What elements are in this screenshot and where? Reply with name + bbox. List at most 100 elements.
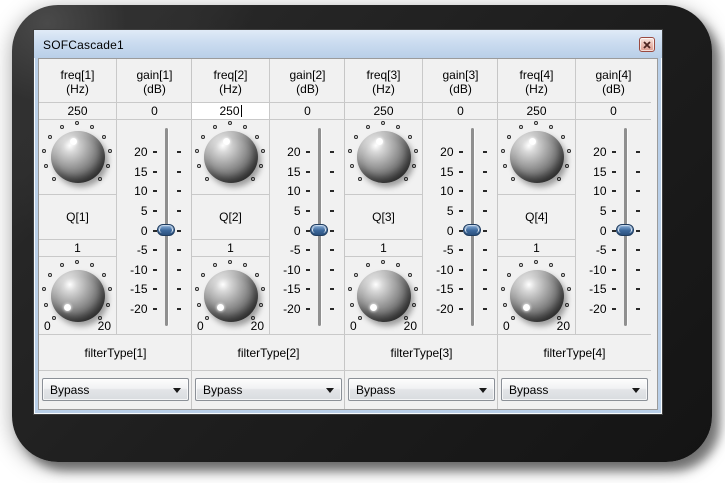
slider-scale: 20 15 10 5 0 -5 -10 -15 -20 bbox=[579, 145, 649, 316]
slider-thumb[interactable] bbox=[156, 224, 175, 236]
q-scale-max: 20 bbox=[250, 319, 264, 333]
close-button[interactable] bbox=[639, 37, 655, 52]
q-label-cell: Q[3] bbox=[345, 195, 423, 240]
knob-tick bbox=[366, 263, 371, 268]
gain-slider[interactable]: 20 15 10 5 0 -5 -10 -15 -20 bbox=[120, 124, 190, 330]
titlebar[interactable]: SOFCascade1 bbox=[34, 30, 662, 58]
channel-group: freq[4] (Hz) gain[4] (dB) 250 0 20 15 10 5 0… bbox=[498, 59, 651, 409]
filter-type-combo[interactable]: Bypass bbox=[348, 378, 495, 401]
slider-tick-mark bbox=[152, 268, 157, 271]
knob-tick bbox=[260, 148, 265, 153]
slider-tick-label: 20 bbox=[440, 145, 454, 159]
window-title: SOFCascade1 bbox=[43, 37, 124, 52]
slider-tick-mark bbox=[635, 170, 640, 173]
slider-thumb[interactable] bbox=[309, 224, 328, 236]
gain-value-field[interactable]: 0 bbox=[270, 103, 345, 120]
knob-tick bbox=[201, 134, 206, 139]
knob-tick bbox=[534, 259, 538, 264]
slider-scale: 20 15 10 5 0 -5 -10 -15 -20 bbox=[273, 145, 343, 316]
freq-value-field[interactable]: 250 bbox=[39, 103, 117, 120]
freq-value-field[interactable]: 250 bbox=[498, 103, 576, 120]
gain-slider-cell: 20 15 10 5 0 -5 -10 -15 -20 bbox=[423, 120, 498, 335]
channel-groups: freq[1] (Hz) gain[1] (dB) 250 0 20 15 10 5 0… bbox=[39, 59, 657, 409]
plugin-window: SOFCascade1 freq[1] (Hz) gain[1] (dB) 25… bbox=[33, 29, 663, 415]
freq-header-label: freq[2] bbox=[213, 68, 248, 82]
slider-tick-mark bbox=[329, 209, 334, 212]
slider-tick-label: -15 bbox=[130, 282, 148, 297]
gain-slider[interactable]: 20 15 10 5 0 -5 -10 -15 -20 bbox=[273, 124, 343, 330]
slider-tick-mark bbox=[329, 288, 334, 291]
knob-tick bbox=[75, 121, 79, 125]
combo-selected-value: Bypass bbox=[50, 382, 90, 397]
filter-type-combo[interactable]: Bypass bbox=[501, 378, 648, 401]
knob-tick bbox=[89, 124, 94, 129]
freq-knob[interactable] bbox=[345, 121, 422, 193]
freq-header-label: freq[4] bbox=[519, 68, 554, 82]
freq-knob[interactable] bbox=[39, 121, 116, 193]
freq-unit-label: (Hz) bbox=[372, 82, 395, 96]
slider-tick-label: 5 bbox=[293, 203, 301, 218]
knob-tick bbox=[251, 177, 256, 182]
freq-value-field[interactable]: 250 bbox=[192, 103, 270, 120]
slider-tick-mark bbox=[329, 308, 334, 310]
gain-value-field[interactable]: 0 bbox=[117, 103, 192, 120]
slider-tick-mark bbox=[611, 249, 616, 252]
knob-tick bbox=[510, 315, 515, 320]
knob-tick bbox=[395, 263, 400, 268]
slider-tick-mark bbox=[176, 268, 181, 271]
freq-value-field[interactable]: 250 bbox=[345, 103, 423, 120]
slider-tick-mark bbox=[329, 249, 334, 252]
knob-tick bbox=[566, 148, 571, 153]
knob-tick bbox=[201, 273, 206, 278]
q-scale-min: 0 bbox=[503, 319, 510, 333]
dropdown-arrow-icon bbox=[632, 387, 640, 397]
gain-slider[interactable]: 20 15 10 5 0 -5 -10 -15 -20 bbox=[579, 124, 649, 330]
knob-indicator-dot bbox=[370, 303, 377, 311]
knob-tick bbox=[106, 302, 111, 307]
slider-tick-label: -5 bbox=[289, 243, 301, 258]
knob-tick bbox=[501, 148, 506, 153]
gain-unit-label: (dB) bbox=[143, 82, 166, 96]
dropdown-arrow-icon bbox=[173, 387, 181, 397]
filter-type-label: filterType[3] bbox=[345, 335, 498, 371]
slider-tick-mark bbox=[176, 308, 181, 310]
slider-tick-mark bbox=[152, 190, 157, 193]
q-value-field[interactable]: 1 bbox=[39, 240, 117, 257]
gain-slider[interactable]: 20 15 10 5 0 -5 -10 -15 -20 bbox=[426, 124, 496, 330]
slider-tick-mark bbox=[176, 190, 181, 193]
slider-tick-mark bbox=[329, 170, 334, 173]
slider-tick-mark bbox=[329, 190, 334, 193]
knob-tick bbox=[228, 121, 232, 125]
q-value-field[interactable]: 1 bbox=[192, 240, 270, 257]
knob-tick bbox=[348, 148, 353, 153]
freq-knob[interactable] bbox=[192, 121, 269, 193]
knob-tick bbox=[560, 134, 565, 139]
dropdown-arrow-icon bbox=[479, 387, 487, 397]
q-label: Q[1] bbox=[66, 210, 89, 224]
slider-tick-mark bbox=[635, 151, 640, 153]
filter-combo-cell: Bypass bbox=[192, 371, 345, 409]
combo-selected-value: Bypass bbox=[509, 382, 549, 397]
slider-thumb[interactable] bbox=[615, 224, 634, 236]
freq-knob[interactable] bbox=[498, 121, 575, 193]
slider-tick-label: 5 bbox=[140, 203, 148, 218]
q-value-field[interactable]: 1 bbox=[498, 240, 576, 257]
gain-value-field[interactable]: 0 bbox=[423, 103, 498, 120]
slider-tick-mark bbox=[458, 209, 463, 212]
knob-tick bbox=[354, 134, 359, 139]
slider-tick-mark bbox=[635, 209, 640, 212]
knob-tick bbox=[502, 164, 507, 169]
slider-tick-mark bbox=[152, 308, 157, 310]
filter-type-combo[interactable]: Bypass bbox=[195, 378, 342, 401]
gain-value-field[interactable]: 0 bbox=[576, 103, 651, 120]
slider-tick-label: -10 bbox=[589, 262, 607, 277]
knob-tick bbox=[412, 164, 417, 169]
knob-tick bbox=[354, 273, 359, 278]
slider-tick-mark bbox=[305, 151, 310, 153]
q-value-field[interactable]: 1 bbox=[345, 240, 423, 257]
filter-type-combo[interactable]: Bypass bbox=[42, 378, 189, 401]
knob-tick bbox=[228, 259, 232, 264]
slider-thumb[interactable] bbox=[462, 224, 481, 236]
slider-tick-mark bbox=[482, 229, 487, 232]
freq-knob-cell bbox=[498, 120, 576, 195]
